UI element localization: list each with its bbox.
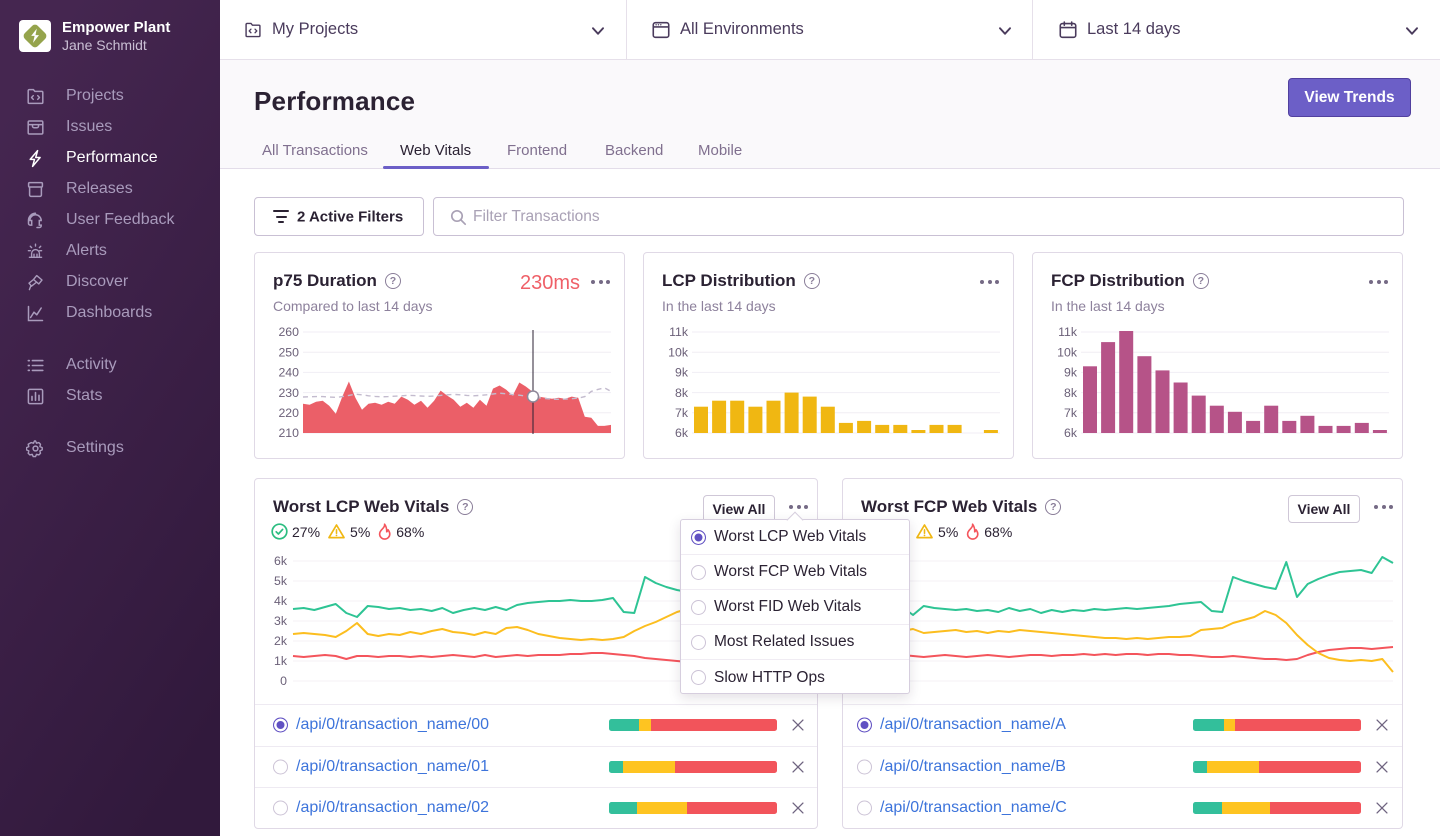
svg-text:260: 260 xyxy=(278,325,299,339)
svg-text:6k: 6k xyxy=(274,554,288,568)
svg-text:4k: 4k xyxy=(274,594,288,608)
svg-text:230: 230 xyxy=(278,386,299,400)
svg-text:11k: 11k xyxy=(669,325,689,339)
svg-text:240: 240 xyxy=(278,366,299,380)
svg-text:10k: 10k xyxy=(668,345,689,359)
svg-text:7k: 7k xyxy=(675,406,689,420)
svg-text:7k: 7k xyxy=(1064,406,1078,420)
svg-text:0: 0 xyxy=(280,674,287,688)
svg-text:250: 250 xyxy=(278,345,299,359)
svg-text:3k: 3k xyxy=(274,614,288,628)
svg-text:220: 220 xyxy=(278,406,299,420)
svg-text:9k: 9k xyxy=(1064,366,1078,380)
svg-text:210: 210 xyxy=(278,426,299,440)
svg-text:8k: 8k xyxy=(675,386,689,400)
svg-text:6k: 6k xyxy=(1064,426,1078,440)
svg-text:5k: 5k xyxy=(274,574,288,588)
svg-text:8k: 8k xyxy=(1064,386,1078,400)
svg-text:9k: 9k xyxy=(675,366,689,380)
svg-text:10k: 10k xyxy=(1057,345,1078,359)
svg-text:1k: 1k xyxy=(274,654,288,668)
svg-text:6k: 6k xyxy=(675,426,689,440)
svg-text:2k: 2k xyxy=(274,634,288,648)
svg-text:11k: 11k xyxy=(1058,325,1078,339)
